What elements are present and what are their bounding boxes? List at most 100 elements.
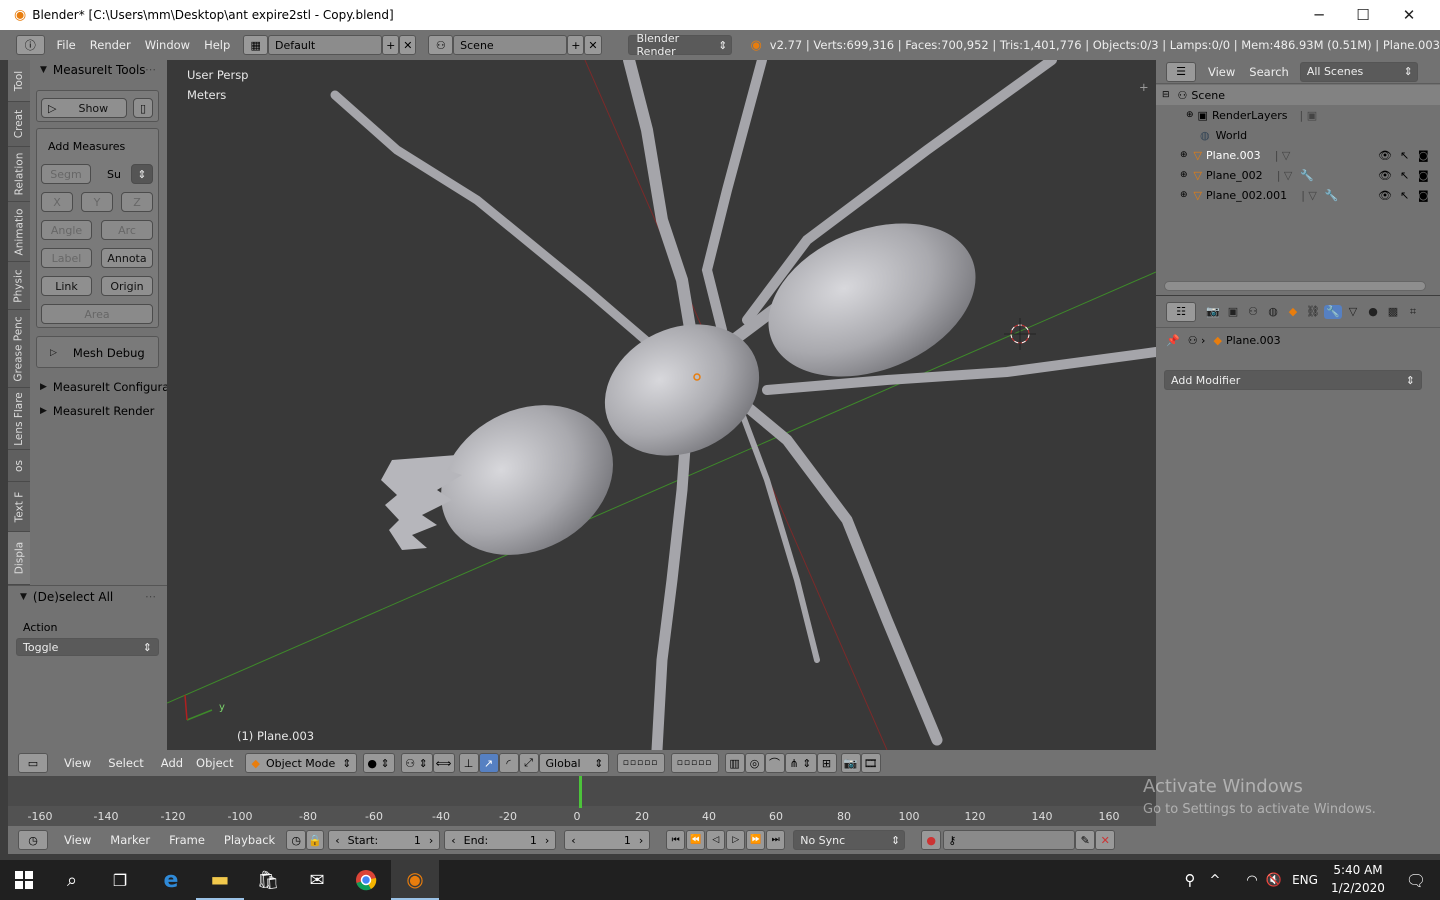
ghost-icon[interactable]: ▯ <box>133 98 153 118</box>
menu-help[interactable]: Help <box>204 38 230 52</box>
material-tab-icon[interactable]: ● <box>1364 305 1382 319</box>
menu-view[interactable]: View <box>64 833 91 847</box>
annotation-button[interactable]: Annota <box>101 248 153 268</box>
outliner-item-renderlayers[interactable]: ⊕ ▣ RenderLayers | ▣ <box>1156 105 1440 125</box>
jump-start-icon[interactable]: ⏮ <box>666 830 686 850</box>
collapse-icon[interactable]: ⊟ <box>1162 90 1170 100</box>
menu-frame[interactable]: Frame <box>169 833 205 847</box>
expand-icon[interactable]: ⊕ <box>1180 190 1188 200</box>
menu-view[interactable]: View <box>1208 65 1235 79</box>
segment-button[interactable]: Segm <box>41 164 91 184</box>
menu-select[interactable]: Select <box>108 756 143 770</box>
tab-os[interactable]: os <box>8 450 30 482</box>
outliner-item-scene[interactable]: ⊟ ⚇ Scene <box>1156 85 1440 105</box>
menu-render[interactable]: Render <box>90 38 131 52</box>
language-indicator[interactable]: ENG <box>1290 860 1320 900</box>
store-icon[interactable]: 🛍 <box>244 860 292 900</box>
start-frame-field[interactable]: ‹ Start: 1 › <box>328 830 441 850</box>
notifications-icon[interactable]: 🗨 <box>1392 860 1440 900</box>
menu-view[interactable]: View <box>64 756 91 770</box>
add-modifier-select[interactable]: Add Modifier ⇕ <box>1164 370 1422 390</box>
snap-target-icon[interactable]: ⊞ <box>816 753 837 773</box>
transform-manipulator-icon[interactable]: ⊥ <box>458 753 479 773</box>
expand-icon[interactable]: ⊕ <box>1180 150 1188 160</box>
visibility-eye-icon[interactable]: 👁 <box>1378 149 1392 162</box>
tab-display[interactable]: Displa <box>8 532 30 585</box>
layout-selector[interactable]: Default <box>268 35 383 55</box>
scene-tab-icon[interactable]: ⚇ <box>1244 305 1262 319</box>
origin-button[interactable]: Origin <box>101 276 153 296</box>
playhead[interactable] <box>579 776 582 808</box>
area-button[interactable]: Area <box>41 304 153 324</box>
close-button[interactable]: ✕ <box>1386 0 1432 30</box>
drag-handle-icon[interactable]: ⋯ <box>145 590 156 603</box>
label-button[interactable]: Label <box>41 248 92 268</box>
play-reverse-icon[interactable]: ◁ <box>706 830 726 850</box>
orientation-select[interactable]: Global ⇕ <box>538 753 609 773</box>
menu-object[interactable]: Object <box>196 756 233 770</box>
shading-select[interactable]: ● ⇕ <box>362 753 395 773</box>
menu-playback[interactable]: Playback <box>224 833 275 847</box>
remove-layout-icon[interactable]: ✕ <box>399 35 417 55</box>
scene-filter-select[interactable]: All Scenes ⇕ <box>1299 61 1418 82</box>
minimize-button[interactable]: ─ <box>1296 0 1342 30</box>
manipulator-icon[interactable]: ⟺ <box>432 753 455 773</box>
clock-time[interactable]: 5:40 AM <box>1326 863 1390 877</box>
tab-grease-pencil[interactable]: Grease Penc <box>8 310 30 388</box>
blender-taskbar-icon[interactable]: ◉ <box>391 860 439 900</box>
data-tab-icon[interactable]: ▽ <box>1344 305 1362 319</box>
editor-type-icon[interactable]: ☰ <box>1166 61 1196 82</box>
tab-physics[interactable]: Physic <box>8 262 30 310</box>
x-button[interactable]: X <box>41 192 73 212</box>
y-button[interactable]: Y <box>81 192 113 212</box>
add-scene-icon[interactable]: + <box>567 35 585 55</box>
record-icon[interactable]: ● <box>921 830 942 850</box>
preview-range-icon[interactable]: ◷ <box>286 830 307 850</box>
tab-lens-flare[interactable]: Lens Flare <box>8 388 30 450</box>
keying-set-field[interactable]: ⚷ <box>943 830 1076 850</box>
task-view-icon[interactable]: ❐ <box>96 860 144 900</box>
chevron-up-icon[interactable]: ^ <box>1203 860 1227 900</box>
modifiers-tab-icon[interactable]: 🔧 <box>1324 304 1342 319</box>
layers-grid-2[interactable]: ▫▫▫▫▫ <box>670 753 719 773</box>
editor-type-icon[interactable]: ▭ <box>18 753 48 773</box>
arc-button[interactable]: Arc <box>101 220 153 240</box>
object-tab-icon[interactable]: ◆ <box>1284 305 1302 319</box>
visibility-eye-icon[interactable]: 👁 <box>1378 189 1392 202</box>
render-engine-select[interactable]: Blender Render ⇕ <box>627 32 733 58</box>
pivot-select[interactable]: ⚇ ⇕ <box>400 753 433 773</box>
remove-scene-icon[interactable]: ✕ <box>584 35 602 55</box>
play-icon[interactable]: ▷ <box>726 830 746 850</box>
tab-relation[interactable]: Relation <box>8 147 30 202</box>
jump-end-icon[interactable]: ⏭ <box>766 830 786 850</box>
action-select[interactable]: Toggle ⇕ <box>16 638 159 656</box>
measureit-configuration-header[interactable]: ▶ MeasureIt Configura <box>40 380 175 394</box>
expand-icon[interactable]: ⊕ <box>1186 110 1194 120</box>
render-tab-icon[interactable]: 📷 <box>1204 305 1222 319</box>
volume-muted-icon[interactable]: 🔇 <box>1262 860 1286 900</box>
prev-keyframe-icon[interactable]: ⏪ <box>686 830 706 850</box>
clock-date[interactable]: 1/2/2020 <box>1326 881 1390 895</box>
expand-plus-icon[interactable]: + <box>1139 80 1149 94</box>
mail-icon[interactable]: ✉ <box>293 860 341 900</box>
drag-handle-icon[interactable]: ⋯ <box>145 63 156 76</box>
menu-marker[interactable]: Marker <box>110 833 150 847</box>
visibility-eye-icon[interactable]: 👁 <box>1378 169 1392 182</box>
scene-icon[interactable]: ⚇ <box>428 35 454 55</box>
editor-type-icon[interactable]: ⓘ <box>16 35 45 55</box>
scale-icon[interactable]: ⤢ <box>518 753 539 773</box>
lock-icon[interactable]: 🔒 <box>306 830 325 850</box>
render-camera-icon[interactable]: ◙ <box>1418 169 1429 182</box>
physics-tab-icon[interactable]: ⌗ <box>1404 305 1422 319</box>
outliner-item-plane003[interactable]: ⊕ ▽ Plane.003 | ▽ 👁 ↖ ◙ <box>1156 145 1440 165</box>
outliner-scrollbar[interactable] <box>1164 281 1426 291</box>
end-frame-field[interactable]: ‹ End: 1 › <box>444 830 557 850</box>
outliner-item-plane002[interactable]: ⊕ ▽ Plane_002 | ▽ 🔧 👁 ↖ ◙ <box>1156 165 1440 185</box>
sync-select[interactable]: No Sync ⇕ <box>793 830 906 850</box>
outliner-item-world[interactable]: ◍ World <box>1156 125 1440 145</box>
network-icon[interactable]: ◠ <box>1240 860 1264 900</box>
layers-grid-1[interactable]: ▫▫▫▫▫ <box>616 753 665 773</box>
tab-tool[interactable]: Tool <box>8 60 30 102</box>
show-button[interactable]: ▷ Show <box>41 98 127 118</box>
editor-type-icon[interactable]: ☷ <box>1166 301 1196 322</box>
